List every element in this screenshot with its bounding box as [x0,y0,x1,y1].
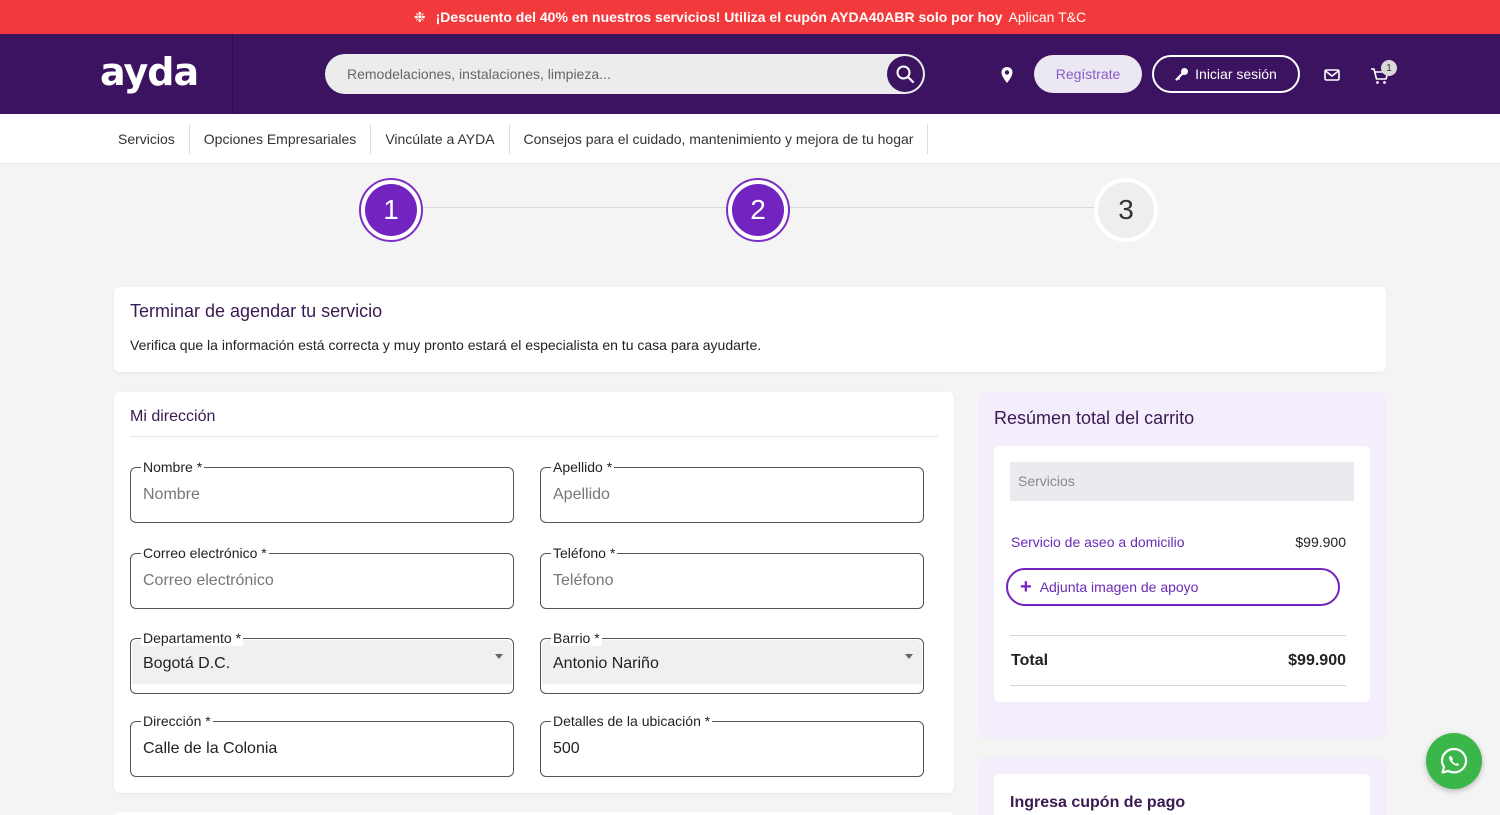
promo-banner: ❉ ¡Descuento del 40% en nuestros servici… [0,0,1500,34]
step-3-number: 3 [1098,182,1154,238]
chevron-down-icon [495,654,503,659]
intro-title: Terminar de agendar tu servicio [130,301,383,321]
login-button-label: Iniciar sesión [1195,66,1277,82]
location-pin-icon[interactable] [998,66,1016,84]
coupon-card: Ingresa cupón de pago [978,758,1386,815]
promo-text: ¡Descuento del 40% en nuestros servicios… [435,9,1003,25]
summary-title: Resúmen total del carrito [994,408,1195,428]
site-header: ayda Regístrate Iniciar sesión 1 [0,34,1500,114]
apellido-input[interactable] [541,468,923,522]
cart-summary: Resúmen total del carrito Servicios Serv… [978,392,1386,738]
telefono-field: Teléfono * [540,545,924,609]
search-bar [325,54,925,94]
service-item-name[interactable]: Servicio de aseo a domicilio [1011,534,1185,550]
chevron-down-icon [905,654,913,659]
barrio-label: Barrio * [551,630,602,646]
cart-count-badge: 1 [1381,60,1397,76]
search-input[interactable] [325,54,885,94]
nav-item-vinculate[interactable]: Vincúlate a AYDA [371,124,510,154]
detalles-field: Detalles de la ubicación * [540,713,924,777]
departamento-label: Departamento * [141,630,244,646]
barrio-select[interactable]: Barrio * Antonio Nariño [540,630,924,694]
main-nav: Servicios Opciones Empresariales Vincúla… [0,114,1500,164]
email-input[interactable] [131,554,513,608]
departamento-value: Bogotá D.C. [143,655,231,672]
total-label: Total [1011,652,1049,669]
correo-field: Correo electrónico * [130,545,514,609]
promo-terms-link[interactable]: Aplican T&C [1009,9,1087,25]
step-1-number: 1 [365,184,417,236]
intro-card: Terminar de agendar tu servicio Verifica… [114,287,1386,372]
telefono-input[interactable] [541,554,923,608]
ayda-logo[interactable]: ayda [100,52,200,96]
address-divider [130,436,938,437]
plus-icon: + [1020,576,1032,598]
coupon-title: Ingresa cupón de pago [1010,794,1186,811]
login-button[interactable]: Iniciar sesión [1152,55,1300,93]
service-item-price: $99.900 [1295,534,1346,550]
detalles-input[interactable] [541,722,923,776]
attach-image-button[interactable]: + Adjunta imagen de apoyo [1006,568,1340,606]
services-header: Servicios [1010,462,1354,501]
search-button[interactable] [887,56,923,92]
step-2-number: 2 [732,184,784,236]
attach-image-label: Adjunta imagen de apoyo [1039,579,1199,595]
step-2: 2 [726,178,790,242]
logo-divider [232,34,233,114]
search-icon [896,65,915,84]
key-icon [1175,68,1189,81]
nav-item-opciones-empresariales[interactable]: Opciones Empresariales [190,124,372,154]
summary-divider [1010,635,1346,636]
step-1: 1 [359,178,423,242]
barrio-value: Antonio Nariño [553,655,659,672]
departamento-select[interactable]: Departamento * Bogotá D.C. [130,630,514,694]
nav-item-servicios[interactable]: Servicios [104,124,190,154]
nav-item-consejos[interactable]: Consejos para el cuidado, mantenimiento … [510,124,929,154]
direccion-field: Dirección * [130,713,514,777]
whatsapp-button[interactable] [1426,733,1482,789]
direccion-input[interactable] [131,722,513,776]
summary-divider [1010,685,1346,686]
total-value: $99.900 [1288,652,1346,669]
gear-icon: ❉ [413,8,426,25]
apellido-field: Apellido * [540,459,924,523]
nombre-field: Nombre * [130,459,514,523]
whatsapp-icon [1440,747,1468,774]
register-button[interactable]: Regístrate [1034,55,1142,93]
nombre-input[interactable] [131,468,513,522]
summary-inner-card: Servicios Servicio de aseo a domicilio $… [994,446,1370,702]
intro-text: Verifica que la información está correct… [130,337,762,353]
mail-icon[interactable] [1324,68,1340,82]
step-3: 3 [1094,178,1158,242]
address-title: Mi dirección [130,408,216,425]
address-card: Mi dirección Nombre * Apellido * Correo … [114,392,954,793]
